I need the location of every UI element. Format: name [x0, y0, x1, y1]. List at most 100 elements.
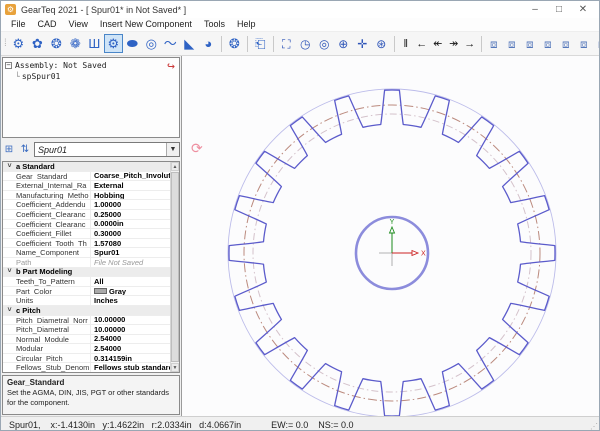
- menu-help[interactable]: Help: [231, 18, 262, 31]
- fast-back-icon[interactable]: ↞: [430, 34, 446, 53]
- component-combobox[interactable]: Spur01 ▼: [34, 142, 180, 157]
- property-value[interactable]: 0.30000: [91, 229, 170, 238]
- bevel-gear-icon[interactable]: ◣: [180, 34, 199, 53]
- property-value[interactable]: 1.00000: [91, 200, 170, 209]
- property-value[interactable]: All: [91, 277, 170, 286]
- regenerate-icon[interactable]: ⟳: [191, 140, 203, 157]
- property-row[interactable]: Circular_Pitch0.314159in: [3, 354, 170, 364]
- category-row[interactable]: ˅a Standard: [3, 162, 170, 172]
- property-value[interactable]: 0.0000in: [91, 220, 170, 229]
- chevron-down-icon[interactable]: ▼: [166, 143, 179, 156]
- view-back-cube-icon[interactable]: ⧈: [503, 34, 521, 53]
- view-top-cube-icon[interactable]: ⧈: [557, 34, 575, 53]
- property-value[interactable]: Coarse_Pitch_Involute_: [91, 172, 170, 181]
- zoom-selected-icon[interactable]: ◎: [315, 34, 334, 53]
- property-row[interactable]: Modular2.54000: [3, 344, 170, 354]
- orbit-icon[interactable]: ⊛: [372, 34, 391, 53]
- resize-grip[interactable]: ⋰: [590, 422, 598, 431]
- menu-view[interactable]: View: [63, 18, 94, 31]
- rotate-view-icon[interactable]: ⊕: [334, 34, 353, 53]
- collapse-icon[interactable]: ˅: [3, 163, 16, 170]
- gear-sphere-icon[interactable]: ❂: [225, 34, 244, 53]
- property-row[interactable]: PathFile Not Saved: [3, 258, 170, 268]
- property-value[interactable]: Hobbing: [91, 191, 170, 200]
- property-row[interactable]: Normal_Module2.54000: [3, 335, 170, 345]
- step-back-icon[interactable]: ←: [414, 34, 430, 53]
- view-isometric-cube-icon[interactable]: ⧈: [593, 34, 599, 53]
- property-row[interactable]: Pitch_Diametral_Norr10.00000: [3, 316, 170, 326]
- categorize-icon[interactable]: ⊞: [2, 143, 16, 157]
- ring-gear-icon[interactable]: ◎: [142, 34, 161, 53]
- property-value[interactable]: 10.00000: [91, 316, 170, 325]
- collapse-icon[interactable]: ˅: [3, 307, 16, 314]
- minimize-button[interactable]: –: [523, 2, 547, 17]
- sort-alpha-icon[interactable]: ⇅: [18, 143, 32, 157]
- property-row[interactable]: Coefficient_Tooth_Th1.57080: [3, 239, 170, 249]
- property-value[interactable]: 0.25000: [91, 210, 170, 219]
- view-left-cube-icon[interactable]: ⧈: [521, 34, 539, 53]
- view-front-cube-icon[interactable]: ⧈: [485, 34, 503, 53]
- toolbar-drag-handle[interactable]: ⁞: [2, 38, 9, 49]
- update-assembly-icon[interactable]: ↪: [167, 59, 175, 74]
- property-value[interactable]: 1.57080: [91, 239, 170, 248]
- property-row[interactable]: Coefficient_Clearanc0.25000: [3, 210, 170, 220]
- export-to-cad-icon[interactable]: ⎗: [251, 34, 270, 53]
- property-value[interactable]: Fellows stub standard: [91, 363, 170, 372]
- gear-set-icon[interactable]: ❁: [66, 34, 85, 53]
- zoom-previous-icon[interactable]: ◷: [296, 34, 315, 53]
- tree-root-assembly[interactable]: − Assembly: Not Saved: [5, 61, 177, 70]
- view-bottom-cube-icon[interactable]: ⧈: [575, 34, 593, 53]
- property-row[interactable]: Name_ComponentSpur01: [3, 248, 170, 258]
- property-row[interactable]: External_Internal_RaExternal: [3, 181, 170, 191]
- internal-gear-icon[interactable]: ❂: [47, 34, 66, 53]
- view-right-cube-icon[interactable]: ⧈: [539, 34, 557, 53]
- property-grid-scrollbar[interactable]: ▲ ▼: [170, 162, 179, 372]
- tree-collapse-icon[interactable]: −: [5, 62, 12, 69]
- step-forward-icon[interactable]: →: [462, 34, 478, 53]
- sprocket-icon[interactable]: ◕: [199, 34, 218, 53]
- property-row[interactable]: Pitch_Diametral10.00000: [3, 325, 170, 335]
- fast-forward-icon[interactable]: ↠: [446, 34, 462, 53]
- category-row[interactable]: ˅b Part Modeling: [3, 268, 170, 278]
- menu-file[interactable]: File: [5, 18, 32, 31]
- property-row[interactable]: UnitsInches: [3, 296, 170, 306]
- menu-tools[interactable]: Tools: [198, 18, 231, 31]
- menu-cad[interactable]: CAD: [32, 18, 63, 31]
- tree-item-spur01[interactable]: └ spSpur01: [15, 72, 177, 81]
- property-row[interactable]: Fellows_Stub_DenomFellows stub standard: [3, 363, 170, 372]
- property-value[interactable]: File Not Saved: [91, 258, 170, 267]
- menu-insert-new-component[interactable]: Insert New Component: [94, 18, 198, 31]
- property-row[interactable]: Manufacturing_MethoHobbing: [3, 191, 170, 201]
- property-row[interactable]: Coefficient_Addendu1.00000: [3, 200, 170, 210]
- pan-icon[interactable]: ✛: [353, 34, 372, 53]
- property-value[interactable]: 2.54000: [91, 344, 170, 353]
- property-row[interactable]: Gear_StandardCoarse_Pitch_Involute_: [3, 172, 170, 182]
- helical-gear-icon[interactable]: ✿: [28, 34, 47, 53]
- drawing-area[interactable]: YX ⟳: [182, 56, 599, 416]
- property-value[interactable]: 10.00000: [91, 325, 170, 334]
- spur-gear-icon[interactable]: ⚙: [9, 34, 28, 53]
- maximize-button[interactable]: □: [547, 2, 571, 17]
- property-row[interactable]: Coefficient_Clearanc0.0000in: [3, 220, 170, 230]
- worm-shaft-icon[interactable]: 〜: [161, 34, 180, 53]
- cylinder-icon[interactable]: ⬬: [123, 34, 142, 53]
- zoom-fit-icon[interactable]: ⛶: [277, 34, 296, 53]
- category-row[interactable]: ˅c Pitch: [3, 306, 170, 316]
- scroll-down-icon[interactable]: ▼: [171, 363, 179, 372]
- property-value[interactable]: Gray: [91, 287, 170, 296]
- rack-icon[interactable]: Ш: [85, 34, 104, 53]
- scroll-up-icon[interactable]: ▲: [171, 162, 179, 171]
- property-row[interactable]: Coefficient_Fillet0.30000: [3, 229, 170, 239]
- collapse-icon[interactable]: ˅: [3, 268, 16, 275]
- worm-gear-icon[interactable]: ⚙: [104, 34, 123, 53]
- close-button[interactable]: ✕: [571, 2, 595, 17]
- property-value[interactable]: External: [91, 181, 170, 190]
- scrollbar-thumb[interactable]: [171, 172, 179, 362]
- property-value[interactable]: 0.314159in: [91, 354, 170, 363]
- property-value[interactable]: 2.54000: [91, 335, 170, 344]
- property-value[interactable]: Inches: [91, 296, 170, 305]
- pause-icon[interactable]: ‖: [398, 34, 414, 53]
- property-row[interactable]: Part_ColorGray: [3, 287, 170, 297]
- property-value[interactable]: Spur01: [91, 248, 170, 257]
- property-row[interactable]: Teeth_To_PatternAll: [3, 277, 170, 287]
